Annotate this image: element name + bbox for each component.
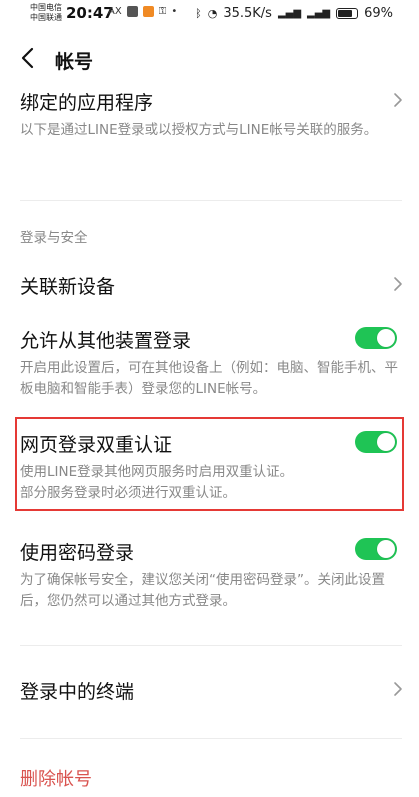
back-arrow-icon[interactable] [18, 44, 40, 72]
battery-icon [336, 8, 359, 19]
ax-label: AX [108, 6, 122, 17]
chevron-right-icon [394, 93, 402, 107]
key-icon: ⚿ [158, 6, 167, 17]
bluetooth-icon: ᛒ [195, 7, 202, 20]
section-divider [20, 645, 402, 646]
allow-other-devices-description: 开启用此设置后，可在其他设备上（例如：电脑、智能手机、平板电脑和智能手表）登录您… [20, 360, 398, 397]
web-2fa-toggle[interactable] [355, 431, 397, 453]
delete-account-button[interactable]: 删除帐号 [20, 765, 92, 791]
allow-other-devices-toggle[interactable] [355, 327, 397, 349]
toggle-knob [377, 329, 395, 347]
toggle-knob [377, 540, 395, 558]
web-2fa-description-1: 使用LINE登录其他网页服务时启用双重认证。 [20, 464, 294, 480]
chevron-right-icon [394, 277, 402, 291]
signal-icon-1: ▂▄▆ [277, 8, 302, 19]
battery-percent: 69% [364, 6, 393, 21]
section-divider [20, 738, 402, 739]
app-header: 帐号 [0, 38, 419, 82]
signal-icon-2: ▂▄▆ [307, 8, 331, 19]
status-system-icons: ᛒ ◔ 35.5K/s ▂▄▆ ▂▄▆ 69% [195, 6, 393, 21]
video-app-icon [142, 6, 154, 17]
link-device-title: 关联新设备 [20, 276, 116, 298]
dot-icon: • [171, 6, 178, 17]
alarm-icon: ◔ [207, 7, 218, 20]
password-login-title: 使用密码登录 [20, 542, 135, 564]
carrier-1: 中国电信 [30, 3, 62, 12]
carrier-labels: 中国电信 中国联通 [30, 3, 62, 23]
section-divider [20, 200, 402, 201]
active-sessions-title: 登录中的终端 [20, 681, 135, 703]
status-notification-icons: AX ⚿ • [108, 6, 177, 17]
line-app-icon [126, 6, 138, 17]
password-login-toggle[interactable] [355, 538, 397, 560]
carrier-2: 中国联通 [30, 13, 62, 22]
bound-apps-title: 绑定的应用程序 [20, 92, 154, 114]
allow-other-devices-title: 允许从其他装置登录 [20, 330, 192, 352]
web-2fa-description-2: 部分服务登录时必须进行双重认证。 [20, 485, 236, 501]
chevron-right-icon [394, 682, 402, 696]
status-time: 20:47 [66, 4, 114, 22]
section-label-login-security: 登录与安全 [20, 230, 88, 246]
web-2fa-title: 网页登录双重认证 [20, 434, 173, 456]
status-bar: 中国电信 中国联通 20:47 AX ⚿ • ᛒ ◔ 35.5K/s ▂▄▆ ▂… [0, 0, 419, 30]
bound-apps-description: 以下是通过LINE登录或以授权方式与LINE帐号关联的服务。 [20, 122, 378, 138]
network-speed: 35.5K/s [223, 6, 272, 21]
password-login-description: 为了确保帐号安全，建议您关闭“使用密码登录”。关闭此设置后，您仍然可以通过其他方… [20, 572, 385, 609]
toggle-knob [377, 433, 395, 451]
page-title: 帐号 [55, 51, 94, 73]
